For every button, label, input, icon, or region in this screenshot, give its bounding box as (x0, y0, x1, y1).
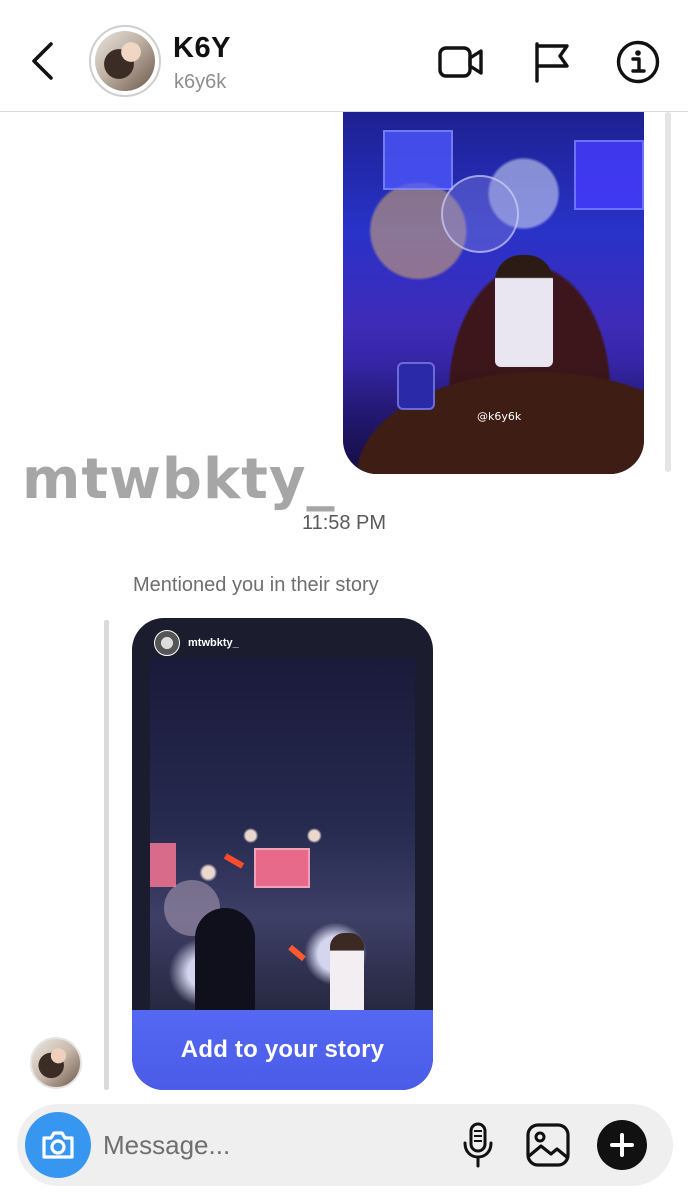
story-reply-line (104, 620, 109, 1090)
display-name[interactable]: K6Y (173, 32, 231, 65)
image-icon (526, 1123, 570, 1167)
story-author-avatar (154, 630, 180, 656)
video-camera-icon (438, 46, 483, 78)
timestamp-text: 11:58 PM (301, 512, 387, 534)
back-button[interactable] (22, 38, 62, 84)
stage-light-beam (288, 944, 306, 962)
message-composer (17, 1104, 673, 1186)
story-mention-card[interactable]: mtwbkty_ Add to your story (132, 618, 433, 1090)
username[interactable]: k6y6k (174, 71, 226, 94)
microphone-icon (463, 1122, 493, 1168)
profile-photo (95, 31, 155, 91)
stage-light-panel (254, 848, 310, 888)
camera-button[interactable] (25, 1112, 91, 1178)
message-input[interactable] (103, 1124, 423, 1166)
stage-led-panel (383, 130, 453, 190)
header-avatar[interactable] (89, 25, 161, 97)
sent-photo-message[interactable]: @k6y6k (343, 100, 644, 474)
voice-message-button[interactable] (458, 1120, 498, 1170)
report-button[interactable] (527, 38, 575, 86)
message-timestamp: 11:58 PM (0, 512, 688, 535)
scrollbar[interactable] (665, 112, 671, 472)
camera-icon (42, 1131, 74, 1159)
story-mention-note: Mentioned you in their story (133, 574, 379, 596)
video-call-button[interactable] (437, 38, 485, 86)
info-icon (616, 40, 660, 84)
stage-led-panel (574, 140, 644, 210)
venue-sign (441, 175, 519, 253)
audience-phone (397, 362, 435, 410)
performer-figure (495, 255, 553, 367)
photo-mention-tag: @k6y6k (477, 410, 522, 423)
stage-light-beam (223, 853, 245, 869)
watermark-text: mtwbkty_ (22, 447, 336, 512)
dm-thread-screen: K6Y k6y6k @k6y6k mtwbkty_ 11:58 PM Menti… (0, 0, 688, 1200)
add-to-story-button[interactable]: Add to your story (132, 1010, 433, 1090)
story-preview-image (150, 658, 415, 1028)
sender-avatar[interactable] (30, 1037, 82, 1089)
story-author-username: mtwbkty_ (188, 637, 239, 649)
stage-light-panel (150, 843, 176, 887)
gallery-button[interactable] (523, 1120, 573, 1170)
story-header: mtwbkty_ (154, 630, 239, 656)
thread-info-button[interactable] (614, 38, 662, 86)
flag-icon (535, 42, 569, 83)
plus-icon (610, 1133, 634, 1157)
more-options-button[interactable] (597, 1120, 647, 1170)
thread-header: K6Y k6y6k (0, 0, 688, 112)
chevron-left-icon (32, 42, 53, 80)
